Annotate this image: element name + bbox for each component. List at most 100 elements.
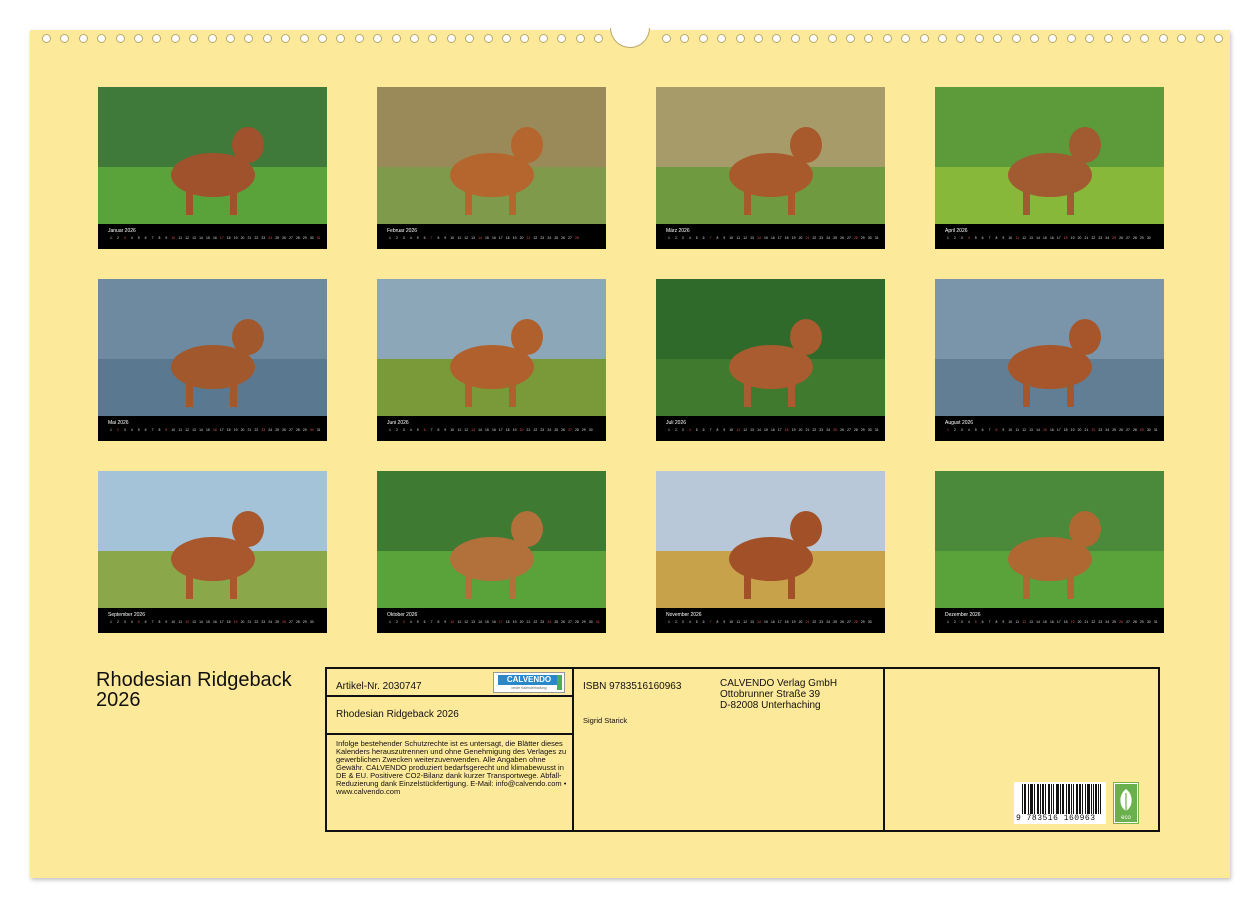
- day-number: 13: [471, 236, 475, 240]
- month-name: Mai 2026: [108, 420, 129, 426]
- day-number: 29: [1139, 620, 1144, 624]
- day-number: 22: [812, 620, 817, 624]
- day-number: 27: [847, 620, 851, 624]
- month-name: Februar 2026: [387, 228, 418, 234]
- day-number: 19: [512, 428, 517, 432]
- day-number: 25: [554, 428, 559, 432]
- day-number: 22: [1091, 428, 1096, 432]
- day-number: 21: [247, 236, 252, 240]
- day-number: 17: [498, 620, 503, 624]
- day-number: 15: [1043, 236, 1047, 240]
- day-number: 4: [130, 236, 133, 240]
- day-number: 7: [430, 236, 433, 240]
- month-calendar-strip: Oktober 2026 1 2 3 4 5 6 7 8 9 10 11 12 13 14 15 16 17 18 1…: [377, 608, 606, 633]
- day-number: 7: [151, 428, 154, 432]
- day-number: 22: [254, 620, 259, 624]
- day-number: 8: [716, 236, 719, 240]
- day-number: 24: [1105, 236, 1110, 240]
- day-number: 16: [770, 620, 775, 624]
- day-number: 13: [192, 236, 196, 240]
- day-number: 2: [674, 620, 677, 624]
- day-number: 19: [512, 236, 517, 240]
- day-number: 26: [561, 620, 565, 624]
- day-number: 26: [1119, 620, 1123, 624]
- day-number: 10: [450, 428, 455, 432]
- day-number: 28: [854, 428, 858, 432]
- day-number: 9: [165, 620, 168, 624]
- binding-hole: [864, 34, 874, 43]
- month-calendar-strip: Dezember 2026 1 2 3 4 5 6 7 8 9 10 11 12 13 14 15 16 17 18…: [935, 608, 1164, 633]
- month-name: Juni 2026: [387, 420, 409, 426]
- day-number: 6: [144, 236, 147, 240]
- day-number: 1: [668, 620, 670, 624]
- day-number: 15: [1043, 620, 1047, 624]
- divider: [572, 669, 574, 830]
- day-number: 7: [709, 236, 712, 240]
- day-number: 26: [561, 428, 565, 432]
- day-number: 31: [595, 620, 600, 624]
- day-number: 8: [437, 236, 440, 240]
- day-number: 7: [988, 236, 991, 240]
- day-number: 18: [226, 620, 231, 624]
- day-number: 20: [1077, 236, 1082, 240]
- dog-photo: [377, 87, 606, 224]
- month-page: Mai 2026 1 2 3 4 5 6 7 8 9 10 11 12 13 14 15 16 17 18 19 20 2…: [98, 279, 327, 441]
- day-number: 23: [261, 236, 266, 240]
- day-number: 14: [757, 236, 761, 240]
- day-number: 30: [309, 236, 314, 240]
- day-number: 16: [1049, 428, 1054, 432]
- day-number: 21: [247, 428, 252, 432]
- day-number: 1: [389, 236, 391, 240]
- day-numbers: 1 2 3 4 5 6 7 8 9 10 11 12 13 14 15 16 17 18 19 20 21 22 23 24 2…: [945, 236, 1159, 246]
- day-number: 15: [1043, 428, 1047, 432]
- day-number: 4: [409, 428, 412, 432]
- day-number: 2: [116, 236, 119, 240]
- day-number: 26: [282, 428, 286, 432]
- binding-hole: [60, 34, 70, 43]
- eco-label: eco: [1121, 815, 1131, 821]
- day-number: [1153, 236, 1159, 246]
- day-number: 2: [116, 620, 119, 624]
- day-number: 4: [130, 620, 133, 624]
- day-number: 15: [764, 236, 768, 240]
- dog-photo: [656, 471, 885, 608]
- eco-badge: eco: [1113, 782, 1139, 824]
- day-number: 27: [289, 620, 293, 624]
- day-number: 24: [1105, 428, 1110, 432]
- binding-hole: [956, 34, 966, 43]
- month-page: April 2026 1 2 3 4 5 6 7 8 9 10 11 12 13 14 15 16 17 18 19 2…: [935, 87, 1164, 249]
- day-number: 10: [171, 620, 176, 624]
- day-numbers: 1 2 3 4 5 6 7 8 9 10 11 12 13 14 15 16 17 18 19 20 21 22 23 24 2…: [108, 428, 322, 438]
- day-number: [874, 620, 880, 630]
- day-number: 12: [1022, 428, 1027, 432]
- day-number: 20: [798, 428, 803, 432]
- day-number: 2: [395, 428, 398, 432]
- day-number: 21: [1084, 236, 1089, 240]
- day-number: 31: [316, 428, 321, 432]
- binding-hole: [827, 34, 837, 43]
- day-number: 21: [526, 236, 531, 240]
- logo-brand: CALVENDO: [498, 675, 560, 685]
- product-title: Rhodesian Ridgeback 2026: [336, 709, 459, 720]
- day-number: 11: [736, 236, 740, 240]
- day-number: 12: [464, 236, 469, 240]
- day-number: 5: [416, 620, 419, 624]
- day-number: 28: [575, 620, 579, 624]
- day-number: 11: [178, 620, 182, 624]
- day-number: 20: [519, 428, 524, 432]
- calendar-title: Rhodesian Ridgeback 2026: [96, 669, 292, 711]
- month-page: August 2026 1 2 3 4 5 6 7 8 9 10 11 12 13 14 15 16 17 18 19…: [935, 279, 1164, 441]
- day-number: 24: [826, 428, 831, 432]
- month-name: April 2026: [945, 228, 968, 234]
- binding-hole: [336, 34, 346, 43]
- day-number: 26: [840, 428, 844, 432]
- binding-hole: [262, 34, 272, 43]
- month-page: März 2026 1 2 3 4 5 6 7 8 9 10 11 12 13 14 15 16 17 18 19 20…: [656, 87, 885, 249]
- binding-hole: [1214, 34, 1223, 43]
- day-number: 6: [981, 236, 984, 240]
- month-page: Juni 2026 1 2 3 4 5 6 7 8 9 10 11 12 13 14 15 16 17 18 19 20…: [377, 279, 606, 441]
- legal-text: Infolge bestehender Schutzrechte ist es …: [336, 739, 567, 796]
- day-number: 5: [137, 428, 140, 432]
- barcode-digits: 9 783516 160963: [1016, 814, 1096, 823]
- day-number: 13: [1029, 620, 1033, 624]
